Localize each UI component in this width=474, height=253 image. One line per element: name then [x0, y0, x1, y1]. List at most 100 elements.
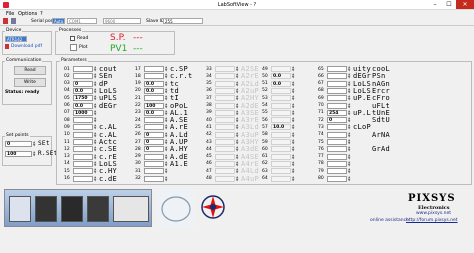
spin-arrows-icon[interactable]: ▲ ▼ [236, 175, 239, 182]
parameter-value-field[interactable] [73, 168, 93, 175]
parameter-value-field[interactable] [73, 131, 93, 138]
spin-arrows-icon[interactable]: ▲ ▼ [94, 66, 97, 72]
parameter-value-field[interactable] [73, 160, 93, 167]
spin-arrows-icon[interactable]: ▲ ▼ [236, 109, 239, 116]
parameter-value-field[interactable] [271, 153, 291, 160]
plot-icon[interactable] [70, 44, 77, 51]
spin-arrows-icon[interactable]: ▲ ▼ [236, 117, 239, 123]
parameter-value-field[interactable] [271, 168, 291, 175]
spin-arrows-icon[interactable]: ▲ ▼ [94, 73, 97, 79]
spin-arrows-icon[interactable]: ▲ ▼ [292, 146, 295, 152]
parameter-value-field[interactable] [271, 175, 291, 182]
spin-arrows-icon[interactable]: ▲ ▼ [236, 80, 239, 87]
spin-arrows-icon[interactable]: ▲ ▼ [348, 146, 351, 152]
spin-arrows-icon[interactable]: ▲ ▼ [292, 168, 295, 174]
parameter-value-field[interactable] [215, 146, 235, 153]
parameter-value-field[interactable] [327, 168, 347, 175]
parameter-value-field[interactable] [271, 131, 291, 138]
parameter-value-field[interactable]: 0.0 [271, 80, 291, 87]
setpoint-value[interactable]: 100 [5, 151, 32, 157]
parameter-value-field[interactable] [73, 66, 93, 72]
parameter-value-field[interactable] [73, 175, 93, 182]
spin-arrows-icon[interactable]: ▲ ▼ [165, 168, 168, 174]
setpoint-value[interactable]: 0 [5, 141, 32, 147]
parameter-value-field[interactable] [215, 124, 235, 131]
spin-arrows-icon[interactable]: ▲ ▼ [165, 139, 168, 145]
parameter-value-field[interactable] [73, 117, 93, 124]
parameter-value-field[interactable] [144, 73, 164, 80]
parameter-value-field[interactable] [144, 160, 164, 167]
parameter-value-field[interactable]: 1000 [73, 109, 93, 116]
parameter-value-field[interactable]: 1750 [73, 95, 93, 102]
parameter-value-field[interactable] [215, 139, 235, 145]
parameter-value-field[interactable] [215, 66, 235, 72]
spin-arrows-icon[interactable]: ▲ ▼ [236, 168, 239, 174]
spin-arrows-icon[interactable]: ▲ ▼ [292, 160, 295, 167]
parameter-value-field[interactable] [144, 117, 164, 124]
parameter-value-field[interactable] [327, 87, 347, 94]
spin-arrows-icon[interactable]: ▲ ▼ [348, 153, 351, 160]
parameter-value-field[interactable] [215, 87, 235, 94]
parameter-value-field[interactable]: 0.0 [73, 87, 93, 94]
parameter-value-field[interactable] [327, 139, 347, 145]
spin-arrows-icon[interactable]: ▲ ▼ [236, 131, 239, 138]
spin-arrows-icon[interactable]: ▲ ▼ [94, 109, 97, 116]
parameter-value-field[interactable] [215, 160, 235, 167]
spin-arrows-icon[interactable]: ▲ ▼ [94, 146, 97, 152]
parameter-value-field[interactable] [144, 153, 164, 160]
parameter-value-field[interactable] [215, 95, 235, 102]
spin-arrows-icon[interactable]: ▲ ▼ [165, 131, 168, 138]
spin-arrows-icon[interactable]: ▲ ▼ [165, 160, 168, 167]
parameter-value-field[interactable]: 0 [327, 117, 347, 124]
disconnect-icon[interactable] [11, 18, 16, 24]
parameter-value-field[interactable]: 254 [327, 109, 347, 116]
parameter-value-field[interactable]: 0.0 [73, 102, 93, 109]
spin-arrows-icon[interactable]: ▲ ▼ [94, 117, 97, 123]
spin-arrows-icon[interactable]: ▲ ▼ [292, 102, 295, 109]
parameter-value-field[interactable] [327, 73, 347, 80]
spin-arrows-icon[interactable]: ▲ ▼ [236, 102, 239, 109]
parameter-value-field[interactable] [144, 168, 164, 175]
spin-arrows-icon[interactable]: ▲ ▼ [292, 87, 295, 94]
parameter-value-field[interactable]: 0.0 [144, 87, 164, 94]
parameter-value-field[interactable] [215, 80, 235, 87]
parameter-value-field[interactable] [327, 153, 347, 160]
spin-arrows-icon[interactable]: ▲ ▼ [348, 102, 351, 109]
spin-arrows-icon[interactable]: ▲ ▼ [292, 66, 295, 72]
parameter-value-field[interactable] [327, 175, 347, 182]
spin-arrows-icon[interactable]: ▲ ▼ [165, 175, 168, 182]
parameter-value-field[interactable] [327, 95, 347, 102]
parameter-value-field[interactable] [327, 102, 347, 109]
spin-arrows-icon[interactable]: ▲ ▼ [236, 146, 239, 152]
parameter-value-field[interactable] [271, 160, 291, 167]
spin-arrows-icon[interactable]: ▲ ▼ [236, 160, 239, 167]
spin-arrows-icon[interactable]: ▲ ▼ [292, 80, 295, 87]
spin-arrows-icon[interactable]: ▲ ▼ [348, 87, 351, 94]
parameter-value-field[interactable]: 0 [144, 139, 164, 145]
spin-arrows-icon[interactable]: ▲ ▼ [94, 175, 97, 182]
spin-arrows-icon[interactable]: ▲ ▼ [94, 80, 97, 87]
parameter-value-field[interactable] [215, 109, 235, 116]
spin-arrows-icon[interactable]: ▲ ▼ [348, 139, 351, 145]
parameter-value-field[interactable] [327, 80, 347, 87]
parameter-value-field[interactable] [144, 175, 164, 182]
parameter-value-field[interactable]: 10.0 [271, 124, 291, 131]
parameter-value-field[interactable]: 0 [73, 80, 93, 87]
plug-icon[interactable] [3, 18, 8, 24]
spin-arrows-icon[interactable]: ▲ ▼ [348, 168, 351, 174]
read-button[interactable]: Read [14, 66, 46, 75]
spin-arrows-icon[interactable]: ▲ ▼ [165, 124, 168, 130]
spin-arrows-icon[interactable]: ▲ ▼ [236, 73, 239, 79]
parameter-value-field[interactable] [271, 66, 291, 72]
brand-url[interactable]: www.pixsys.net [416, 211, 451, 216]
spin-arrows-icon[interactable]: ▲ ▼ [348, 80, 351, 87]
parameter-value-field[interactable] [73, 124, 93, 131]
spin-arrows-icon[interactable]: ▲ ▼ [348, 95, 351, 101]
parameter-value-field[interactable]: 0 [144, 131, 164, 138]
parameter-value-field[interactable] [327, 66, 347, 72]
parameter-value-field[interactable] [327, 146, 347, 153]
parameter-value-field[interactable] [215, 102, 235, 109]
parameter-value-field[interactable] [215, 175, 235, 182]
spin-arrows-icon[interactable]: ▲ ▼ [236, 139, 239, 145]
spin-arrows-icon[interactable]: ▲ ▼ [292, 139, 295, 145]
